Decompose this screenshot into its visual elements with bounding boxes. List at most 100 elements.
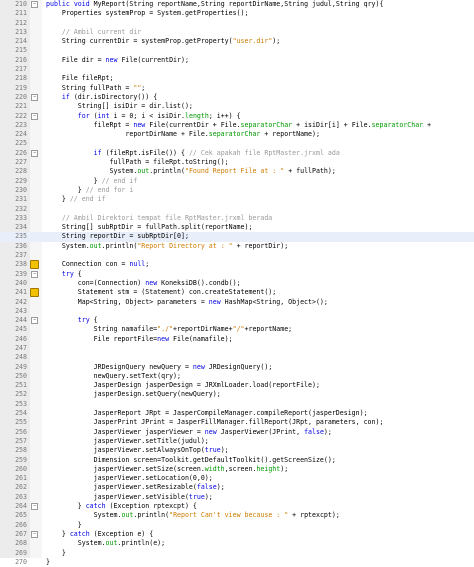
code-line[interactable]: 230 } // end for i	[0, 186, 474, 195]
fold-toggle-icon[interactable]: −	[31, 530, 38, 538]
code-line[interactable]: 256 JasperViewer jasperViewer = new Jasp…	[0, 428, 474, 437]
code-line[interactable]: 255 JasperPrint JPrint = JasperFillManag…	[0, 418, 474, 427]
code-line[interactable]: 232	[0, 205, 474, 214]
fold-toggle-icon[interactable]: −	[31, 317, 38, 325]
code-line[interactable]: 266 }	[0, 521, 474, 530]
code-line[interactable]: 259 Dimension screen=Toolkit.getDefaultT…	[0, 456, 474, 465]
code-line[interactable]: 264− } catch (Exception rptexcpt) {	[0, 502, 474, 511]
code-line[interactable]: 240 con=(Connection) new KoneksiDB().con…	[0, 279, 474, 288]
code-line[interactable]: 220− if (dir.isDirectory()) {	[0, 93, 474, 102]
code-area[interactable]: 210− public void MyReport(String reportNa…	[0, 0, 474, 567]
code-line[interactable]: 214 String currentDir = systemProp.getPr…	[0, 37, 474, 46]
line-number: 260	[15, 464, 27, 473]
code-text: } // end if	[46, 176, 138, 185]
code-line[interactable]: 216 File dir = new File(currentDir);	[0, 56, 474, 65]
fold-toggle-icon[interactable]: −	[31, 112, 38, 120]
code-line[interactable]: 243	[0, 307, 474, 316]
code-line[interactable]: 253	[0, 400, 474, 409]
warning-icon[interactable]	[30, 288, 39, 298]
fold-toggle-icon[interactable]: −	[31, 93, 38, 101]
warning-icon[interactable]	[30, 260, 39, 270]
code-line[interactable]: 215	[0, 46, 474, 55]
code-line[interactable]: 211 Properties systemProp = System.getPr…	[0, 9, 474, 18]
code-line[interactable]: 254 JasperReport JRpt = JasperCompileMan…	[0, 409, 474, 418]
code-line[interactable]: 244− try {	[0, 316, 474, 325]
code-line[interactable]: 231 } // end if	[0, 195, 474, 204]
code-text: reportDirName + File.separatorChar + rep…	[46, 130, 320, 139]
code-line[interactable]: 251 JasperDesign jasperDesign = JRXmlLoa…	[0, 381, 474, 390]
line-number: 226	[15, 148, 27, 157]
code-line[interactable]: 245 String namafile="./"+reportDirName+"…	[0, 325, 474, 334]
code-line[interactable]: 249 JRDesignQuery newQuery = new JRDesig…	[0, 363, 474, 372]
code-line[interactable]: 269 }	[0, 549, 474, 558]
code-line[interactable]: 228 System.out.println("Found Report Fil…	[0, 167, 474, 176]
code-line[interactable]: 262 jasperViewer.setResizable(false);	[0, 483, 474, 492]
code-line[interactable]: 235 String reportDir = subRptDir[0];	[0, 232, 474, 242]
code-editor[interactable]: 210− public void MyReport(String reportNa…	[0, 0, 474, 566]
code-line[interactable]: 248	[0, 353, 474, 362]
line-number: 231	[15, 195, 27, 204]
code-line[interactable]: 252 jasperDesign.setQuery(newQuery);	[0, 390, 474, 399]
code-line[interactable]: 242 Map<String, Object> parameters = new…	[0, 298, 474, 307]
line-number: 240	[15, 278, 27, 287]
line-number: 225	[15, 139, 27, 148]
line-number: 243	[15, 306, 27, 315]
code-line[interactable]: 212	[0, 19, 474, 28]
line-number: 239	[15, 269, 27, 278]
code-line[interactable]: 210− public void MyReport(String reportNa…	[0, 0, 474, 9]
code-line[interactable]: 222− for (int i = 0; i < isiDir.length; …	[0, 112, 474, 121]
code-text: jasperViewer.setResizable(false);	[46, 483, 225, 492]
code-line[interactable]: 265 System.out.println("Report Can't vie…	[0, 511, 474, 520]
fold-toggle-icon[interactable]: −	[31, 1, 38, 8]
line-number: 255	[15, 418, 27, 427]
code-line[interactable]: 227 fullPath = fileRpt.toString();	[0, 158, 474, 167]
code-line[interactable]: 221 String[] isiDir = dir.list();	[0, 102, 474, 111]
code-line[interactable]: 236 System.out.println("Report Directory…	[0, 242, 474, 251]
code-text: } catch (Exception e) {	[46, 529, 154, 538]
line-number: 256	[15, 427, 27, 436]
code-text: Properties systemProp = System.getProper…	[46, 9, 249, 18]
line-number: 216	[15, 55, 27, 64]
code-line[interactable]: 219 String fullPath = "";	[0, 84, 474, 93]
code-line[interactable]: 268 System.out.println(e);	[0, 539, 474, 548]
code-text: }	[46, 520, 82, 529]
line-number: 258	[15, 446, 27, 455]
line-number: 211	[15, 9, 27, 18]
code-line[interactable]: 234 String[] subRptDir = fullPath.split(…	[0, 223, 474, 232]
code-text: String namafile="./"+reportDirName+"/"+r…	[46, 325, 293, 334]
code-line[interactable]: 250 newQuery.setText(qry);	[0, 372, 474, 381]
code-line[interactable]: 246 File reportFile=new File(namafile);	[0, 335, 474, 344]
code-line[interactable]: 223 fileRpt = new File(currentDir + File…	[0, 121, 474, 130]
fold-toggle-icon[interactable]: −	[31, 149, 38, 157]
code-line[interactable]: 257 jasperViewer.setTitle(judul);	[0, 437, 474, 446]
code-text: File fileRpt;	[46, 74, 114, 83]
line-number: 248	[15, 353, 27, 362]
code-line[interactable]: 261 jasperViewer.setLocation(0,0);	[0, 474, 474, 483]
code-line[interactable]: 260 jasperViewer.setSize(screen.width,sc…	[0, 465, 474, 474]
code-line[interactable]: 225	[0, 139, 474, 148]
code-text: Connection con = null;	[46, 260, 150, 269]
code-line[interactable]: 226− if (fileRpt.isFile()) { // Cek apak…	[0, 149, 474, 158]
code-line[interactable]: 241 Statement stm = (Statement) con.crea…	[0, 288, 474, 298]
code-line[interactable]: 247	[0, 344, 474, 353]
code-line[interactable]: 213 // Ambil current dir	[0, 28, 474, 37]
code-line[interactable]: 237	[0, 251, 474, 260]
code-text: Map<String, Object> parameters = new Has…	[46, 297, 328, 306]
line-number: 219	[15, 83, 27, 92]
code-line[interactable]: 258 jasperViewer.setAlwaysOnTop(true);	[0, 446, 474, 455]
line-number: 267	[15, 529, 27, 538]
code-line[interactable]: 224 reportDirName + File.separatorChar +…	[0, 130, 474, 139]
code-line[interactable]: 267− } catch (Exception e) {	[0, 530, 474, 539]
code-line[interactable]: 238 Connection con = null;	[0, 260, 474, 270]
code-line[interactable]: 263 jasperViewer.setVisible(true);	[0, 493, 474, 502]
code-line[interactable]: 233 // Ambil Direktori tempat file RptMa…	[0, 214, 474, 223]
code-line[interactable]: 270}	[0, 558, 474, 567]
code-line[interactable]: 239− try {	[0, 270, 474, 279]
code-text: jasperViewer.setTitle(judul);	[46, 436, 209, 445]
code-line[interactable]: 229 } // end if	[0, 177, 474, 186]
fold-toggle-icon[interactable]: −	[31, 270, 38, 278]
code-line[interactable]: 217	[0, 65, 474, 74]
code-line[interactable]: 218 File fileRpt;	[0, 74, 474, 83]
line-number: 262	[15, 483, 27, 492]
fold-toggle-icon[interactable]: −	[31, 503, 38, 511]
